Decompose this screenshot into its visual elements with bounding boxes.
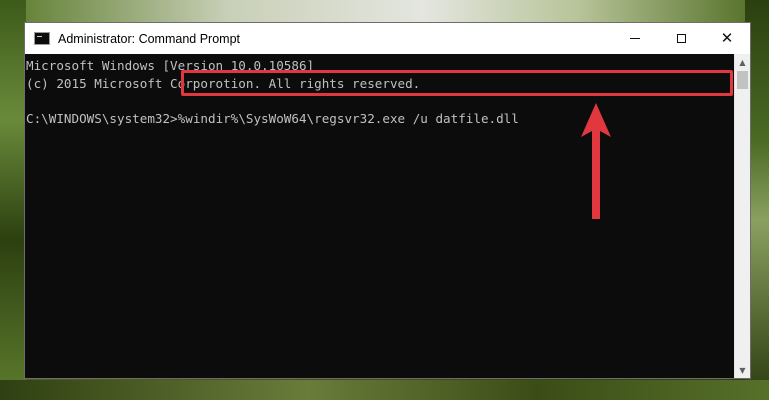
desktop-background-top bbox=[0, 0, 769, 22]
minimize-button[interactable] bbox=[612, 23, 658, 54]
minimize-icon bbox=[630, 38, 640, 39]
prompt-path: C:\WINDOWS\system32> bbox=[26, 110, 178, 126]
scroll-down-arrow-icon[interactable]: ▼ bbox=[735, 362, 750, 378]
window-title: Administrator: Command Prompt bbox=[58, 31, 241, 46]
scroll-up-arrow-icon[interactable]: ▲ bbox=[735, 54, 750, 70]
vertical-scrollbar[interactable]: ▲ ▼ bbox=[734, 54, 750, 378]
window-controls: ✕ bbox=[612, 23, 750, 54]
command-prompt-window: Administrator: Command Prompt ✕ Microsof… bbox=[24, 22, 751, 379]
prompt-line: C:\WINDOWS\system32>%windir%\SysWoW64\re… bbox=[26, 110, 734, 128]
scrollbar-thumb[interactable] bbox=[737, 71, 748, 89]
maximize-icon bbox=[676, 34, 686, 43]
command-text: %windir%\SysWoW64\regsvr32.exe /u datfil… bbox=[177, 110, 519, 126]
command-highlight-box bbox=[181, 70, 733, 96]
desktop-background-left bbox=[0, 0, 26, 400]
red-arrow-icon bbox=[581, 103, 611, 219]
console-output[interactable]: Microsoft Windows [Version 10.0.10586] (… bbox=[25, 54, 734, 378]
title-bar[interactable]: Administrator: Command Prompt ✕ bbox=[25, 23, 750, 54]
command-prompt-icon[interactable] bbox=[34, 32, 50, 45]
desktop-background-bottom bbox=[0, 380, 769, 400]
close-button[interactable]: ✕ bbox=[704, 23, 750, 54]
maximize-button[interactable] bbox=[658, 23, 704, 54]
close-icon: ✕ bbox=[720, 29, 734, 47]
